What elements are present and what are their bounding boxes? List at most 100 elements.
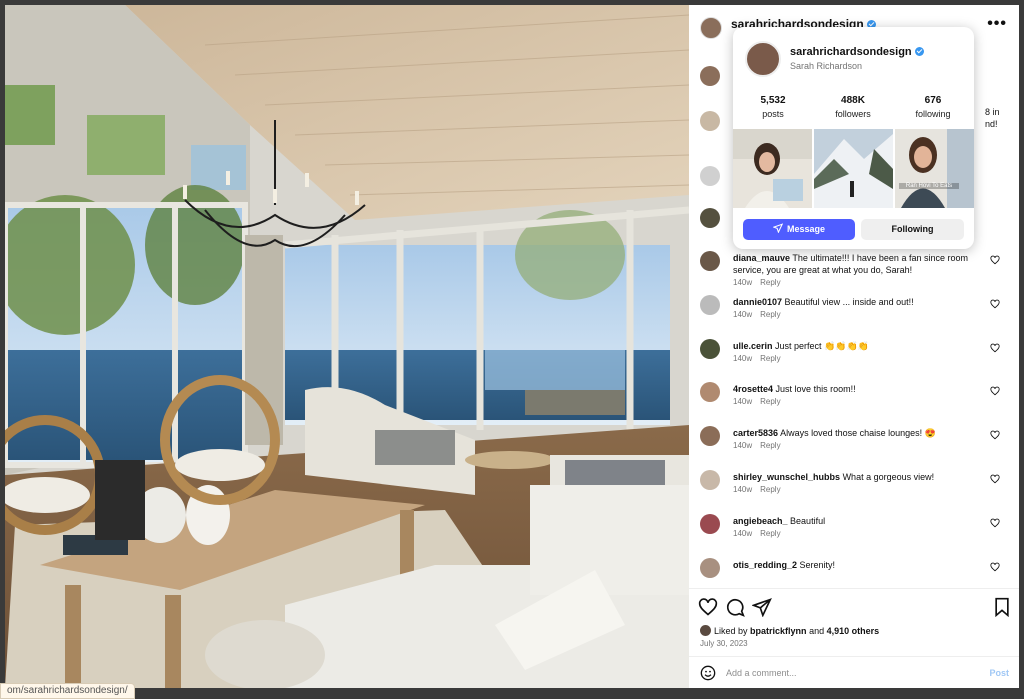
comment-username[interactable]: carter5836 bbox=[733, 428, 778, 438]
comment-avatar[interactable] bbox=[700, 208, 720, 228]
likes-mid: and bbox=[809, 626, 825, 636]
comment-text: shirley_wunschel_hubbs What a gorgeous v… bbox=[733, 471, 981, 483]
more-options-icon[interactable]: ••• bbox=[987, 15, 1007, 33]
comment-avatar[interactable] bbox=[700, 514, 720, 534]
comment-like-icon[interactable] bbox=[990, 343, 1000, 353]
recent-post-thumb[interactable] bbox=[814, 129, 893, 208]
comment-avatar[interactable] bbox=[700, 382, 720, 402]
comment-avatar[interactable] bbox=[700, 166, 720, 186]
comment-meta: 140w Reply bbox=[733, 485, 789, 494]
comment-text: carter5836 Always loved those chaise lou… bbox=[733, 427, 981, 439]
reply-button[interactable]: Reply bbox=[760, 278, 780, 287]
add-comment-bar: Add a comment... Post bbox=[689, 656, 1019, 689]
message-button-label: Message bbox=[786, 224, 826, 234]
comment-like-icon[interactable] bbox=[990, 430, 1000, 440]
send-icon bbox=[772, 223, 784, 234]
comment-body: Serenity! bbox=[799, 560, 836, 570]
comment-username[interactable]: diana_mauve bbox=[733, 253, 790, 263]
reply-button[interactable]: Reply bbox=[760, 529, 780, 538]
comment-username[interactable]: dannie0107 bbox=[733, 297, 782, 307]
comment-like-icon[interactable] bbox=[990, 255, 1000, 265]
following-button[interactable]: Following bbox=[861, 219, 964, 240]
profile-hover-card: sarahrichardsondesign Sarah Richardson 5… bbox=[733, 27, 974, 249]
comment-meta: 140w Reply bbox=[733, 441, 789, 450]
comment-time[interactable]: 140w bbox=[733, 278, 752, 287]
comment-like-icon[interactable] bbox=[990, 299, 1000, 309]
comment-time[interactable]: 140w bbox=[733, 485, 752, 494]
thumb-image bbox=[733, 129, 812, 208]
following-count: 676 bbox=[924, 95, 942, 106]
comment-body: Beautiful view ... inside and out!! bbox=[784, 297, 914, 307]
comment-username[interactable]: ulle.cerin bbox=[733, 341, 773, 351]
comment-time[interactable]: 140w bbox=[733, 529, 752, 538]
comment-text: 4rosette4 Just love this room!! bbox=[733, 383, 981, 395]
comment-like-icon[interactable] bbox=[990, 518, 1000, 528]
reply-button[interactable]: Reply bbox=[760, 397, 780, 406]
comment-meta: 140w Reply bbox=[733, 310, 789, 319]
heart-icon[interactable] bbox=[698, 597, 718, 617]
followers-label: followers bbox=[835, 109, 871, 119]
comment-avatar[interactable] bbox=[700, 251, 720, 271]
comment-body: What a gorgeous view! bbox=[842, 472, 935, 482]
followers-count: 488K bbox=[841, 95, 865, 106]
stat-following[interactable]: 676 following bbox=[893, 95, 973, 119]
comment-avatar[interactable] bbox=[700, 295, 720, 315]
comment-avatar[interactable] bbox=[700, 111, 720, 131]
author-avatar[interactable] bbox=[700, 17, 722, 39]
comment-like-icon[interactable] bbox=[990, 386, 1000, 396]
liker-avatar[interactable] bbox=[700, 625, 711, 636]
comment-meta: 140w Reply bbox=[733, 278, 789, 287]
partial-text-2: nd! bbox=[985, 119, 998, 129]
post-comment-button[interactable]: Post bbox=[989, 668, 1009, 678]
comment-meta: 140w Reply bbox=[733, 529, 789, 538]
partial-text-1: 8 in bbox=[985, 107, 1000, 117]
reply-button[interactable]: Reply bbox=[760, 485, 780, 494]
comment-username[interactable]: otis_redding_2 bbox=[733, 560, 797, 570]
liker-username[interactable]: bpatrickflynn bbox=[750, 626, 807, 636]
recent-post-thumb[interactable]: Ran Hovi To Eats bbox=[895, 129, 974, 208]
likes-others-link[interactable]: 4,910 others bbox=[827, 626, 880, 636]
add-comment-input[interactable]: Add a comment... bbox=[726, 668, 797, 678]
comment-icon[interactable] bbox=[725, 597, 745, 617]
profile-stats: 5,532 posts 488K followers 676 following bbox=[733, 95, 974, 125]
comment-text: ulle.cerin Just perfect 👏👏👏👏 bbox=[733, 340, 981, 352]
comment-text: diana_mauve The ultimate!!! I have been … bbox=[733, 252, 981, 276]
comment-avatar[interactable] bbox=[700, 470, 720, 490]
comment-like-icon[interactable] bbox=[990, 474, 1000, 484]
comment-avatar[interactable] bbox=[700, 339, 720, 359]
card-username-text[interactable]: sarahrichardsondesign bbox=[790, 46, 912, 58]
living-room-photo bbox=[5, 5, 689, 688]
post-date[interactable]: July 30, 2023 bbox=[700, 639, 748, 648]
post-image[interactable] bbox=[5, 5, 689, 688]
share-icon[interactable] bbox=[752, 597, 772, 617]
message-button[interactable]: Message bbox=[743, 219, 855, 240]
comment-time[interactable]: 140w bbox=[733, 310, 752, 319]
likes-prefix: Liked by bbox=[714, 626, 748, 636]
card-full-name: Sarah Richardson bbox=[790, 61, 863, 71]
comment-time[interactable]: 140w bbox=[733, 354, 752, 363]
comment-avatar[interactable] bbox=[700, 558, 720, 578]
card-username[interactable]: sarahrichardsondesign bbox=[790, 46, 924, 58]
comment-username[interactable]: shirley_wunschel_hubbs bbox=[733, 472, 840, 482]
comment-username[interactable]: angiebeach_ bbox=[733, 516, 788, 526]
comment-avatar[interactable] bbox=[700, 426, 720, 446]
reply-button[interactable]: Reply bbox=[760, 310, 780, 319]
stat-posts: 5,532 posts bbox=[733, 95, 813, 119]
bookmark-icon[interactable] bbox=[992, 597, 1012, 617]
posts-count: 5,532 bbox=[760, 95, 786, 106]
reply-button[interactable]: Reply bbox=[760, 354, 780, 363]
comment-avatar[interactable] bbox=[700, 66, 720, 86]
comment-time[interactable]: 140w bbox=[733, 441, 752, 450]
card-avatar[interactable] bbox=[745, 41, 781, 77]
comment-username[interactable]: 4rosette4 bbox=[733, 384, 773, 394]
thumb-image bbox=[814, 129, 893, 208]
comment-time[interactable]: 140w bbox=[733, 397, 752, 406]
comment-body: Beautiful bbox=[790, 516, 826, 526]
comment-like-icon[interactable] bbox=[990, 562, 1000, 572]
stat-followers[interactable]: 488K followers bbox=[813, 95, 893, 119]
reply-button[interactable]: Reply bbox=[760, 441, 780, 450]
emoji-icon[interactable] bbox=[700, 665, 716, 681]
following-label: following bbox=[915, 109, 951, 119]
recent-post-thumb[interactable] bbox=[733, 129, 812, 208]
thumb-caption: Ran Hovi To Eats bbox=[899, 183, 959, 189]
